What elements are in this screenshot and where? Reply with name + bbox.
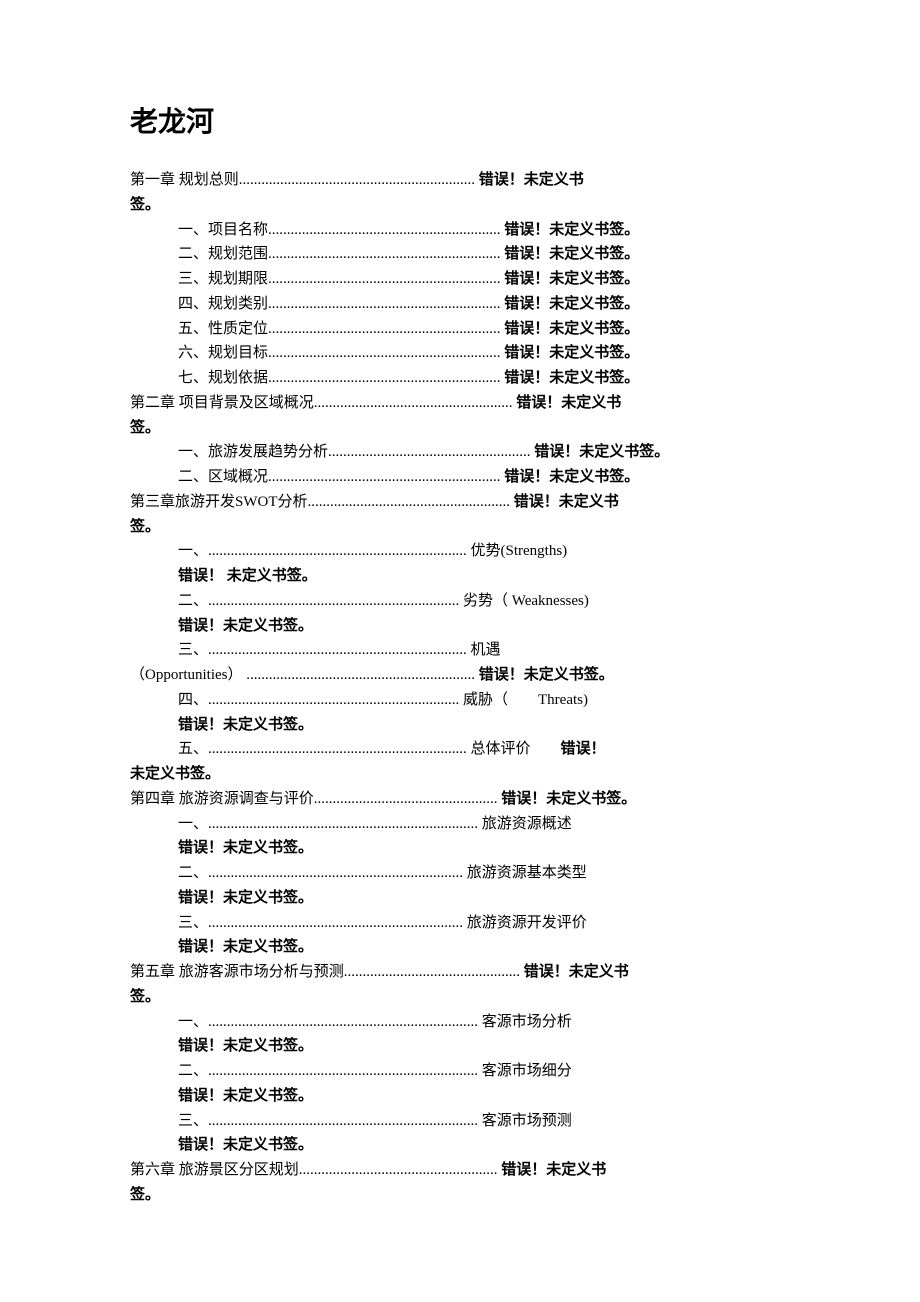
- toc-ch1-i4: 四、规划类别..................................…: [130, 292, 790, 317]
- toc-ch4-i2-err: 错误！未定义书签。: [130, 886, 790, 911]
- toc-ch4-i1-err: 错误！未定义书签。: [130, 836, 790, 861]
- toc-ch6-cont: 签。: [130, 1183, 790, 1208]
- toc-ch2-cont: 签。: [130, 416, 790, 441]
- toc-ch3-i3-opp: （Opportunities） ........................…: [130, 663, 790, 688]
- toc-ch1-i6: 六、规划目标..................................…: [130, 341, 790, 366]
- toc-ch3-i3: 三、......................................…: [130, 638, 790, 663]
- toc-ch5-i1: 一、......................................…: [130, 1010, 790, 1035]
- toc-ch1-i1: 一、项目名称..................................…: [130, 218, 790, 243]
- document-title: 老龙河: [130, 100, 790, 140]
- toc-ch3-cont: 签。: [130, 515, 790, 540]
- toc-error: 错误！未定义书: [479, 172, 584, 188]
- toc-ch3-i5-err: 未定义书签。: [130, 762, 790, 787]
- toc-ch1-title: 第一章 规划总则: [130, 172, 239, 188]
- toc-ch1-i2: 二、规划范围..................................…: [130, 242, 790, 267]
- toc-ch4-i3-err: 错误！未定义书签。: [130, 935, 790, 960]
- toc-dots: ........................................…: [239, 172, 475, 188]
- toc-ch5-i1-err: 错误！未定义书签。: [130, 1034, 790, 1059]
- toc-ch2: 第二章 项目背景及区域概况...........................…: [130, 391, 790, 416]
- toc-ch3-i5: 五、......................................…: [130, 737, 790, 762]
- toc-ch5-i2-err: 错误！未定义书签。: [130, 1084, 790, 1109]
- toc-ch2-i1: 一、旅游发展趋势分析..............................…: [130, 440, 790, 465]
- toc-ch1-i5: 五、性质定位..................................…: [130, 317, 790, 342]
- toc-ch2-i2: 二、区域概况..................................…: [130, 465, 790, 490]
- toc-ch5-i2: 二、......................................…: [130, 1059, 790, 1084]
- toc-ch4: 第四章 旅游资源调查与评价...........................…: [130, 787, 790, 812]
- toc-ch5-i3-err: 错误！未定义书签。: [130, 1133, 790, 1158]
- toc-ch3-i1: 一、......................................…: [130, 539, 790, 564]
- toc-ch3-i2: 二、......................................…: [130, 589, 790, 614]
- toc-ch5-cont: 签。: [130, 985, 790, 1010]
- toc-ch4-i2: 二、......................................…: [130, 861, 790, 886]
- toc-ch1-cont: 签。: [130, 193, 790, 218]
- toc-ch3-i4-err: 错误！未定义书签。: [130, 713, 790, 738]
- toc-ch1: 第一章 规划总则................................…: [130, 168, 790, 193]
- toc-ch5: 第五章 旅游客源市场分析与预测.........................…: [130, 960, 790, 985]
- toc-ch1-i7: 七、规划依据..................................…: [130, 366, 790, 391]
- toc-ch3-i4: 四、......................................…: [130, 688, 790, 713]
- toc-ch3: 第三章旅游开发SWOT分析...........................…: [130, 490, 790, 515]
- toc-ch5-i3: 三、......................................…: [130, 1109, 790, 1134]
- toc-ch3-i1-err: 错误！ 未定义书签。: [130, 564, 790, 589]
- toc-ch4-i3: 三、......................................…: [130, 911, 790, 936]
- toc-ch1-i3: 三、规划期限..................................…: [130, 267, 790, 292]
- toc-ch4-i1: 一、......................................…: [130, 812, 790, 837]
- toc-ch6: 第六章 旅游景区分区规划............................…: [130, 1158, 790, 1183]
- toc-ch3-i2-err: 错误！未定义书签。: [130, 614, 790, 639]
